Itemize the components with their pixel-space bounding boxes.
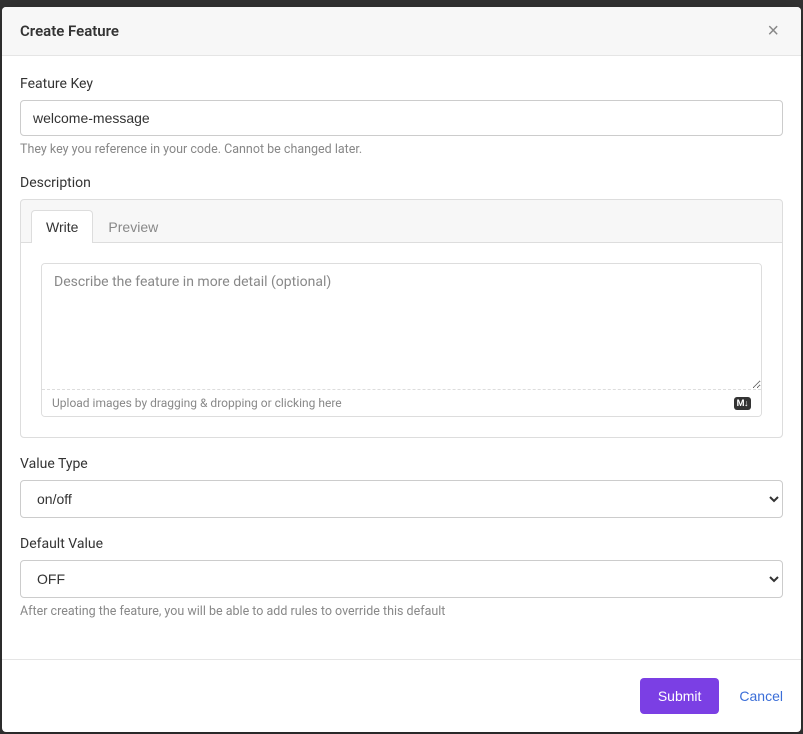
feature-key-input[interactable] xyxy=(20,100,783,136)
tab-preview[interactable]: Preview xyxy=(93,210,173,243)
markdown-icon: M↓ xyxy=(734,397,751,410)
value-type-label: Value Type xyxy=(20,456,783,472)
modal-body: Feature Key They key you reference in yo… xyxy=(2,56,801,659)
modal-footer: Submit Cancel xyxy=(2,659,801,732)
description-textarea[interactable] xyxy=(42,264,761,389)
feature-key-group: Feature Key They key you reference in yo… xyxy=(20,76,783,157)
description-label: Description xyxy=(20,175,783,191)
default-value-help: After creating the feature, you will be … xyxy=(20,604,783,619)
description-body: Upload images by dragging & dropping or … xyxy=(21,242,782,437)
upload-hint-text: Upload images by dragging & dropping or … xyxy=(52,396,342,410)
modal-header: Create Feature × xyxy=(2,7,801,56)
value-type-group: Value Type on/off xyxy=(20,456,783,518)
description-group: Description Write Preview Upload images … xyxy=(20,175,783,438)
textarea-wrap: Upload images by dragging & dropping or … xyxy=(41,263,762,417)
description-container: Write Preview Upload images by dragging … xyxy=(20,199,783,438)
feature-key-help: They key you reference in your code. Can… xyxy=(20,142,783,157)
value-type-select[interactable]: on/off xyxy=(20,480,783,518)
cancel-button[interactable]: Cancel xyxy=(739,688,783,704)
create-feature-modal: Create Feature × Feature Key They key yo… xyxy=(2,7,801,732)
upload-hint-bar[interactable]: Upload images by dragging & dropping or … xyxy=(42,389,761,416)
default-value-label: Default Value xyxy=(20,536,783,552)
default-value-select[interactable]: OFF xyxy=(20,560,783,598)
modal-title: Create Feature xyxy=(20,22,119,40)
default-value-group: Default Value OFF After creating the fea… xyxy=(20,536,783,619)
submit-button[interactable]: Submit xyxy=(640,678,720,714)
close-icon[interactable]: × xyxy=(763,21,783,41)
description-tabs: Write Preview xyxy=(21,200,782,243)
tab-write[interactable]: Write xyxy=(31,210,93,243)
feature-key-label: Feature Key xyxy=(20,76,783,92)
